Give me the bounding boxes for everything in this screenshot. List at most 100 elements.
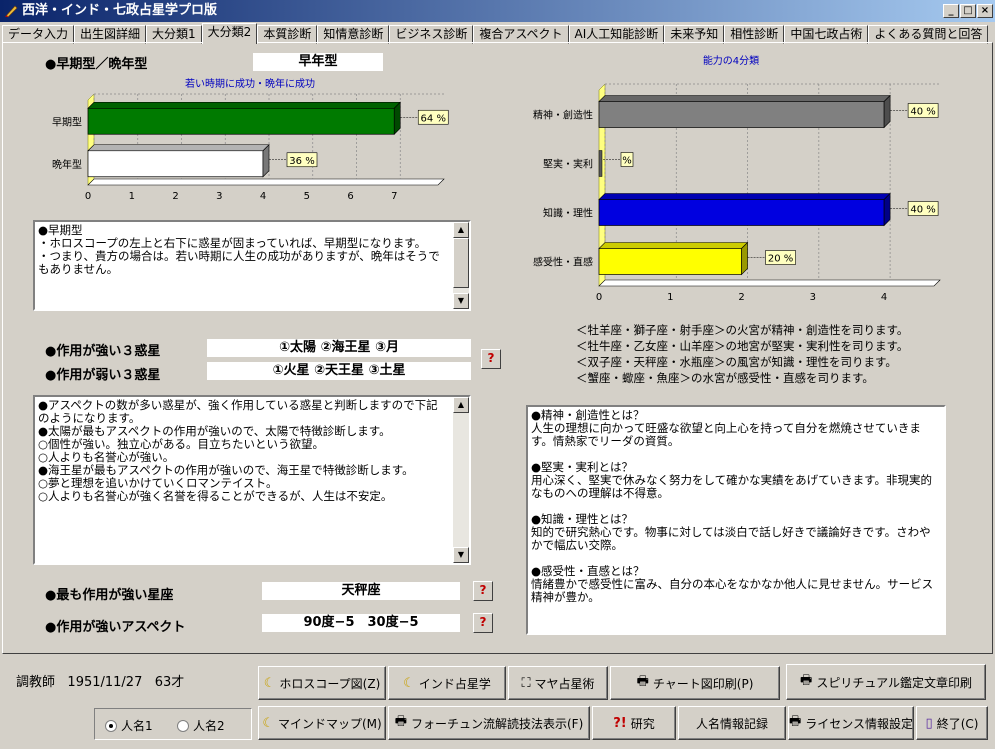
name-radio-group: 人名1 人名2 [94, 708, 252, 740]
chart-title: 能力の4分類 [703, 54, 759, 67]
value-label: 40 % [910, 205, 935, 216]
fortune-display-button[interactable]: 🖶 フォーチュン流解読技法表示(F) [388, 706, 590, 740]
sign-help-button[interactable]: ? [473, 581, 493, 601]
category-label: 堅実・実利 [543, 158, 593, 171]
horoscope-button-label: ホロスコープ図(Z) [279, 676, 381, 691]
bar-top [87, 101, 401, 109]
ability-textbox[interactable]: ●精神・創造性とは？ 人生の理想に向かって旺盛な欲望と向上心を持って自分を燃焼さ… [526, 405, 946, 635]
planets-help-button[interactable]: ? [481, 349, 501, 369]
license-settings-button[interactable]: 🖶 ライセンス情報設定 [788, 706, 914, 740]
category-label: 精神・創造性 [533, 109, 593, 122]
radio-dot[interactable] [105, 719, 117, 732]
chart-floor [598, 279, 941, 287]
printer-icon: 🖶 [394, 714, 407, 729]
x-tick-label: 5 [304, 191, 310, 202]
bar [598, 199, 885, 226]
x-tick-label: 4 [260, 191, 266, 202]
bar-top [598, 242, 749, 249]
scroll-up-icon[interactable]: ▲ [453, 222, 469, 238]
category-label: 感受性・直感 [533, 256, 593, 269]
aspect-text-scrollbar[interactable]: ▲ ▼ [453, 397, 469, 563]
strong-planets-label: ●作用が強い３惑星 [45, 344, 161, 359]
early-type-text: ●早期型 ・ホロスコープの左上と右下に惑星が固まっていれば、早期型になります。 … [38, 223, 440, 276]
radio-name1-label: 人名1 [121, 719, 153, 733]
radio-name1[interactable]: 人名1 [105, 717, 153, 734]
value-label: 20 % [768, 254, 793, 265]
bar [598, 101, 885, 128]
fortune-display-button-label: フォーチュン流解読技法表示(F) [411, 716, 584, 731]
x-tick-label: 3 [216, 191, 222, 202]
element-note: ＜蟹座・蠍座・魚座＞の水宮が感受性・直感を司ります。 [576, 371, 874, 385]
research-button-label: 研究 [630, 716, 655, 731]
horoscope-button[interactable]: ☾ ホロスコープ図(Z) [258, 666, 386, 700]
value-label: 64 % [421, 113, 446, 124]
value-label: % [622, 156, 632, 167]
early-late-chart: 若い時期に成功・晩年に成功 0 1 2 3 4 5 6 7 早期型 64 % 晩年型 36 % [52, 77, 449, 202]
indian-astrology-button[interactable]: ☾ インド占星学 [388, 666, 506, 700]
tab-4[interactable]: 大分類2 [201, 23, 258, 44]
category-label: 晩年型 [52, 158, 82, 171]
bar-side [883, 94, 891, 129]
app-icon [5, 5, 18, 18]
x-tick-label: 2 [172, 191, 178, 202]
early-late-value: 早年型 [253, 53, 383, 71]
bar [598, 150, 603, 177]
spiritual-print-button[interactable]: 🖶 スピリチュアル鑑定文章印刷 [786, 664, 986, 700]
category-label: 早期型 [52, 115, 82, 128]
maya-astrology-button[interactable]: ⛶ マヤ占星術 [508, 666, 608, 700]
door-icon: ▯ [925, 715, 933, 731]
moon-icon: ☾ [262, 715, 274, 731]
window-title: 西洋・インド・七政占星学プロ版 [22, 3, 218, 18]
aspect-help-button[interactable]: ? [473, 613, 493, 633]
scroll-down-icon[interactable]: ▼ [453, 547, 469, 563]
maya-astrology-button-label: マヤ占星術 [534, 676, 595, 691]
element-notes: ＜牡羊座・獅子座・射手座＞の火宮が精神・創造性を司ります。 ＜牡牛座・乙女座・山… [576, 322, 908, 386]
ability-chart: 能力の4分類 0 1 2 3 4 精神・創造性 40 % 堅実・実利 % 知識・理性 40 % 感受性・… [533, 54, 941, 303]
research-button[interactable]: ?! 研究 [592, 706, 676, 740]
printer-icon: 🖶 [800, 673, 813, 688]
x-tick-label: 1 [129, 191, 135, 202]
x-tick-label: 3 [810, 292, 816, 303]
weak-planets-value: ①火星 ②天王星 ③土星 [207, 362, 471, 380]
bar-top [598, 95, 891, 102]
early-text-scrollbar[interactable]: ▲ ▼ [453, 222, 469, 309]
minimize-button[interactable]: _ [943, 4, 959, 18]
bar-side [883, 192, 891, 227]
bar-side [393, 101, 401, 135]
tab-strip: データ入力 出生図詳細 大分類1 大分類2 本質診断 知情意診断 ビジネス診断 複合アスペクト… [2, 23, 993, 44]
indian-astrology-button-label: インド占星学 [418, 676, 491, 691]
ability-text: ●精神・創造性とは？ 人生の理想に向かって旺盛な欲望と向上心を持って自分を燃焼さ… [531, 408, 934, 604]
chart-print-button[interactable]: 🖶 チャート図印刷(P) [610, 666, 780, 700]
weak-planets-label: ●作用が弱い３惑星 [45, 368, 161, 383]
radio-dot[interactable] [177, 719, 189, 732]
early-type-textbox[interactable]: ●早期型 ・ホロスコープの左上と右下に惑星が固まっていれば、早期型になります。 … [33, 220, 471, 311]
title-bar: 西洋・インド・七政占星学プロ版 [0, 0, 995, 22]
chart-print-button-label: チャート図印刷(P) [652, 676, 754, 691]
scroll-up-icon[interactable]: ▲ [453, 397, 469, 413]
scroll-down-icon[interactable]: ▼ [453, 293, 469, 309]
strong-aspect-label: ●作用が強いアスペクト [45, 620, 186, 635]
radio-name2-label: 人名2 [193, 719, 225, 733]
aspect-text: ●アスペクトの数が多い惑星が、強く作用している惑星と判断しますので下記のようにな… [38, 398, 438, 503]
scroll-thumb[interactable] [453, 238, 469, 288]
strongest-sign-label: ●最も作用が強い星座 [45, 588, 174, 603]
mindmap-button[interactable]: ☾ マインドマップ(M) [258, 706, 386, 740]
person-record-button[interactable]: 人名情報記録 [678, 706, 786, 740]
category-label: 知識・理性 [543, 207, 593, 220]
bar [87, 107, 395, 135]
printer-icon: 🖶 [636, 674, 649, 689]
value-label: 40 % [910, 107, 935, 118]
maximize-button[interactable]: □ [960, 4, 976, 18]
license-settings-button-label: ライセンス情報設定 [805, 716, 914, 731]
close-button[interactable]: × [977, 4, 993, 18]
person-name: 調教師 [16, 675, 56, 690]
printer-icon: 🖶 [788, 714, 802, 729]
aspect-textbox[interactable]: ●アスペクトの数が多い惑星が、強く作用している惑星と判断しますので下記のようにな… [33, 395, 471, 565]
x-tick-label: 1 [667, 292, 673, 303]
exit-button[interactable]: ▯ 終了(C) [916, 706, 988, 740]
bar-side [262, 144, 270, 178]
question-icon: ?! [613, 715, 627, 731]
radio-name2[interactable]: 人名2 [177, 717, 225, 734]
exit-button-label: 終了(C) [936, 716, 979, 731]
person-info: 調教師 1951/11/27 63才 [16, 671, 184, 690]
